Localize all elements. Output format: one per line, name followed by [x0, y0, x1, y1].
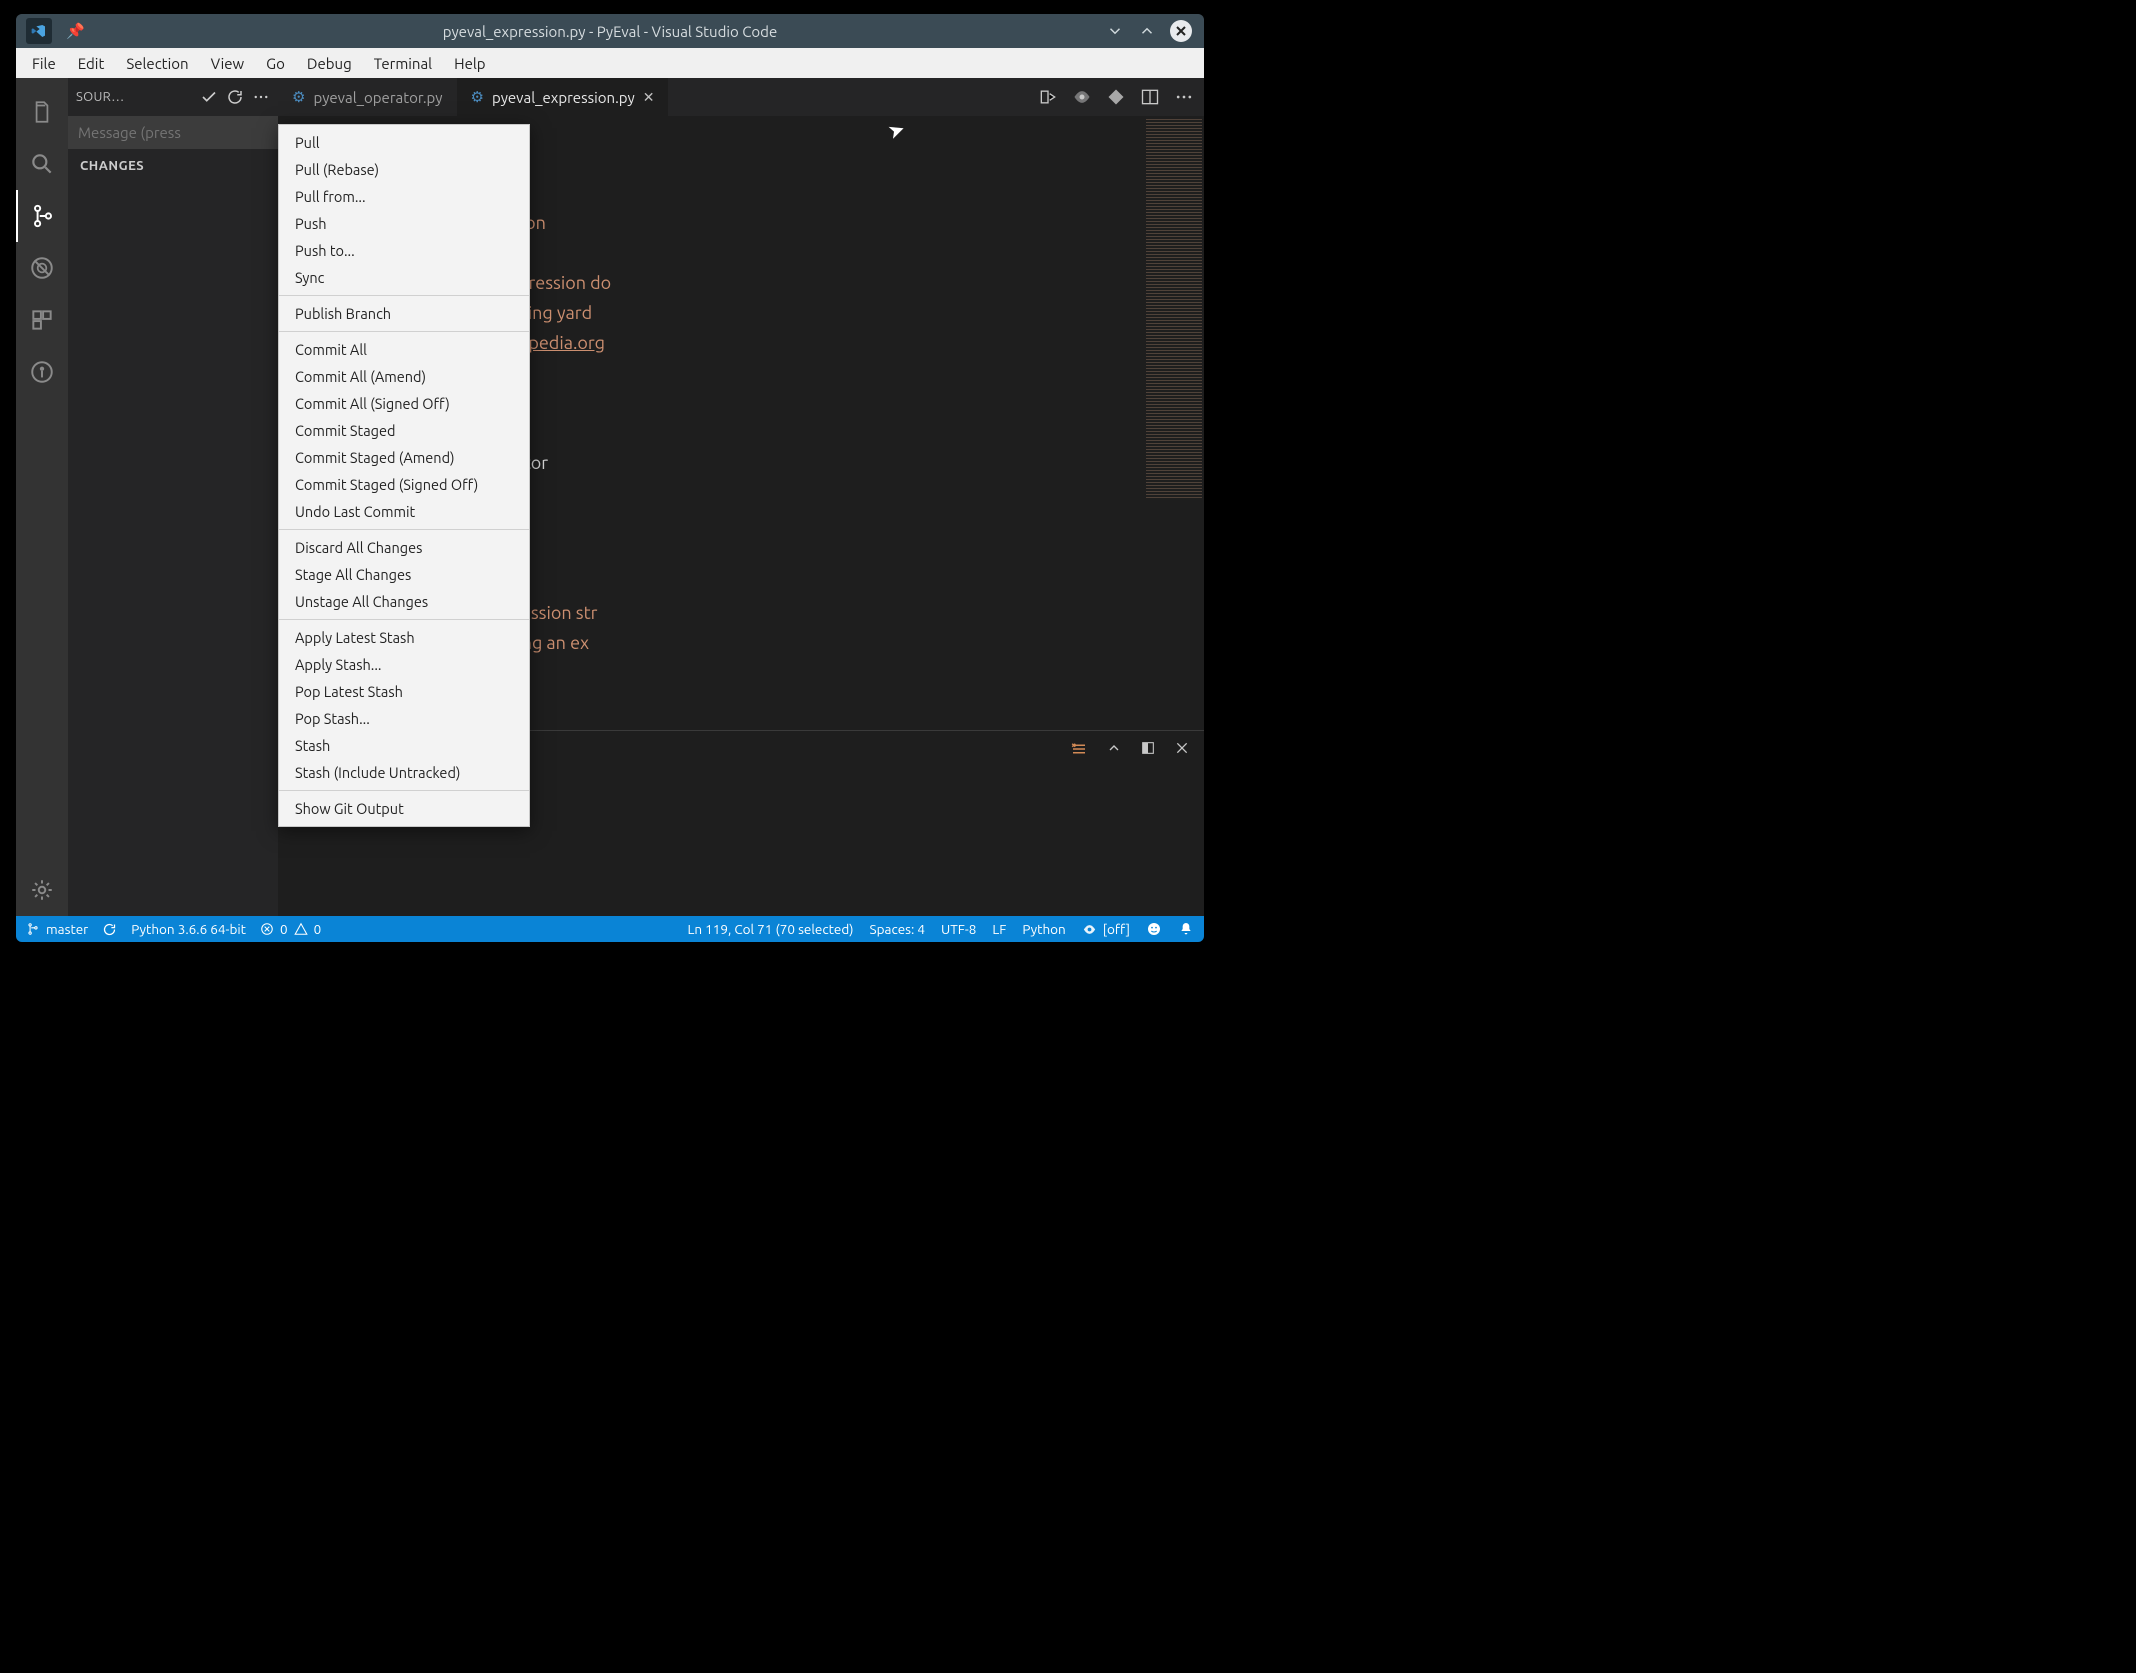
menu-stash-untracked[interactable]: Stash (Include Untracked) [279, 759, 529, 786]
diff-icon[interactable] [1106, 87, 1126, 107]
menu-commit-all-signed[interactable]: Commit All (Signed Off) [279, 390, 529, 417]
menubar: File Edit Selection View Go Debug Termin… [16, 48, 1204, 78]
menu-pull[interactable]: Pull [279, 129, 529, 156]
menu-terminal[interactable]: Terminal [364, 51, 442, 76]
status-live-share[interactable]: [off] [1082, 921, 1130, 937]
menu-commit-staged-amend[interactable]: Commit Staged (Amend) [279, 444, 529, 471]
maximize-button[interactable] [1138, 22, 1156, 40]
commit-check-icon[interactable] [200, 88, 218, 106]
gitlens-icon[interactable] [16, 346, 68, 398]
scm-header: SOUR… [76, 90, 192, 104]
window-title: pyeval_expression.py - PyEval - Visual S… [16, 23, 1204, 40]
menu-push-to[interactable]: Push to... [279, 237, 529, 264]
scm-sidebar: SOUR… CHANGES [68, 78, 278, 916]
changes-section[interactable]: CHANGES [68, 149, 278, 183]
menu-commit-staged[interactable]: Commit Staged [279, 417, 529, 444]
commit-message-input[interactable] [68, 116, 278, 149]
status-problems[interactable]: 0 0 [260, 921, 321, 937]
clear-console-icon[interactable] [1070, 740, 1088, 758]
menu-commit-all-amend[interactable]: Commit All (Amend) [279, 363, 529, 390]
menu-apply-latest-stash[interactable]: Apply Latest Stash [279, 624, 529, 651]
menu-show-git-output[interactable]: Show Git Output [279, 795, 529, 822]
status-bell-icon[interactable] [1178, 921, 1194, 937]
status-spaces[interactable]: Spaces: 4 [870, 921, 926, 937]
explorer-icon[interactable] [16, 86, 68, 138]
vscode-app-icon [26, 18, 52, 44]
status-bar: master Python 3.6.6 64-bit 0 0 Ln 119, C… [16, 916, 1204, 942]
more-actions-icon[interactable] [252, 88, 270, 106]
menu-commit-all[interactable]: Commit All [279, 336, 529, 363]
scm-context-menu: Pull Pull (Rebase) Pull from... Push Pus… [278, 124, 530, 827]
status-cursor[interactable]: Ln 119, Col 71 (70 selected) [687, 921, 853, 937]
editor-tabs: ⚙ pyeval_operator.py ⚙ pyeval_expression… [278, 78, 1204, 116]
split-editor-icon[interactable] [1140, 87, 1160, 107]
vscode-window: 📌 pyeval_expression.py - PyEval - Visual… [16, 14, 1204, 942]
menu-pop-stash[interactable]: Pop Stash... [279, 705, 529, 732]
menu-pull-from[interactable]: Pull from... [279, 183, 529, 210]
settings-gear-icon[interactable] [16, 864, 68, 916]
menu-debug[interactable]: Debug [297, 51, 362, 76]
menu-push[interactable]: Push [279, 210, 529, 237]
status-branch[interactable]: master [26, 921, 88, 937]
menu-file[interactable]: File [22, 51, 66, 76]
menu-view[interactable]: View [201, 51, 255, 76]
refresh-icon[interactable] [226, 88, 244, 106]
menu-discard-all[interactable]: Discard All Changes [279, 534, 529, 561]
menu-stash[interactable]: Stash [279, 732, 529, 759]
menu-sync[interactable]: Sync [279, 264, 529, 291]
status-language[interactable]: Python [1022, 921, 1065, 937]
tab-pyeval-expression[interactable]: ⚙ pyeval_expression.py ✕ [457, 78, 669, 116]
menu-stage-all[interactable]: Stage All Changes [279, 561, 529, 588]
window-close-button[interactable] [1170, 20, 1192, 42]
pin-icon[interactable]: 📌 [66, 22, 85, 40]
tab-label: pyeval_operator.py [313, 89, 442, 106]
status-python[interactable]: Python 3.6.6 64-bit [131, 921, 246, 937]
menu-selection[interactable]: Selection [116, 51, 198, 76]
panel-close-icon[interactable] [1174, 740, 1190, 758]
menu-commit-staged-signed[interactable]: Commit Staged (Signed Off) [279, 471, 529, 498]
menu-publish-branch[interactable]: Publish Branch [279, 300, 529, 327]
compare-changes-icon[interactable] [1038, 87, 1058, 107]
menu-apply-stash[interactable]: Apply Stash... [279, 651, 529, 678]
menu-undo-commit[interactable]: Undo Last Commit [279, 498, 529, 525]
activity-bar [16, 78, 68, 916]
menu-edit[interactable]: Edit [68, 51, 115, 76]
search-icon[interactable] [16, 138, 68, 190]
panel-up-icon[interactable] [1106, 740, 1122, 758]
menu-pop-latest-stash[interactable]: Pop Latest Stash [279, 678, 529, 705]
menu-help[interactable]: Help [444, 51, 495, 76]
extensions-icon[interactable] [16, 294, 68, 346]
menu-unstage-all[interactable]: Unstage All Changes [279, 588, 529, 615]
editor-more-icon[interactable] [1174, 87, 1194, 107]
menu-pull-rebase[interactable]: Pull (Rebase) [279, 156, 529, 183]
status-feedback-icon[interactable] [1146, 921, 1162, 937]
debug-icon[interactable] [16, 242, 68, 294]
gitlens-toggle-icon[interactable] [1072, 87, 1092, 107]
tab-label: pyeval_expression.py [492, 89, 635, 106]
close-tab-icon[interactable]: ✕ [643, 89, 655, 106]
scm-icon[interactable] [16, 190, 68, 242]
titlebar: 📌 pyeval_expression.py - PyEval - Visual… [16, 14, 1204, 48]
panel-maximize-icon[interactable] [1140, 740, 1156, 758]
python-file-icon: ⚙ [292, 88, 305, 106]
status-eol[interactable]: LF [992, 921, 1006, 937]
menu-go[interactable]: Go [256, 51, 295, 76]
status-sync-icon[interactable] [102, 922, 117, 937]
status-encoding[interactable]: UTF-8 [941, 921, 976, 937]
minimap[interactable] [1146, 118, 1202, 498]
minimize-button[interactable] [1106, 22, 1124, 40]
tab-pyeval-operator[interactable]: ⚙ pyeval_operator.py [278, 78, 457, 116]
python-file-icon: ⚙ [471, 88, 484, 106]
